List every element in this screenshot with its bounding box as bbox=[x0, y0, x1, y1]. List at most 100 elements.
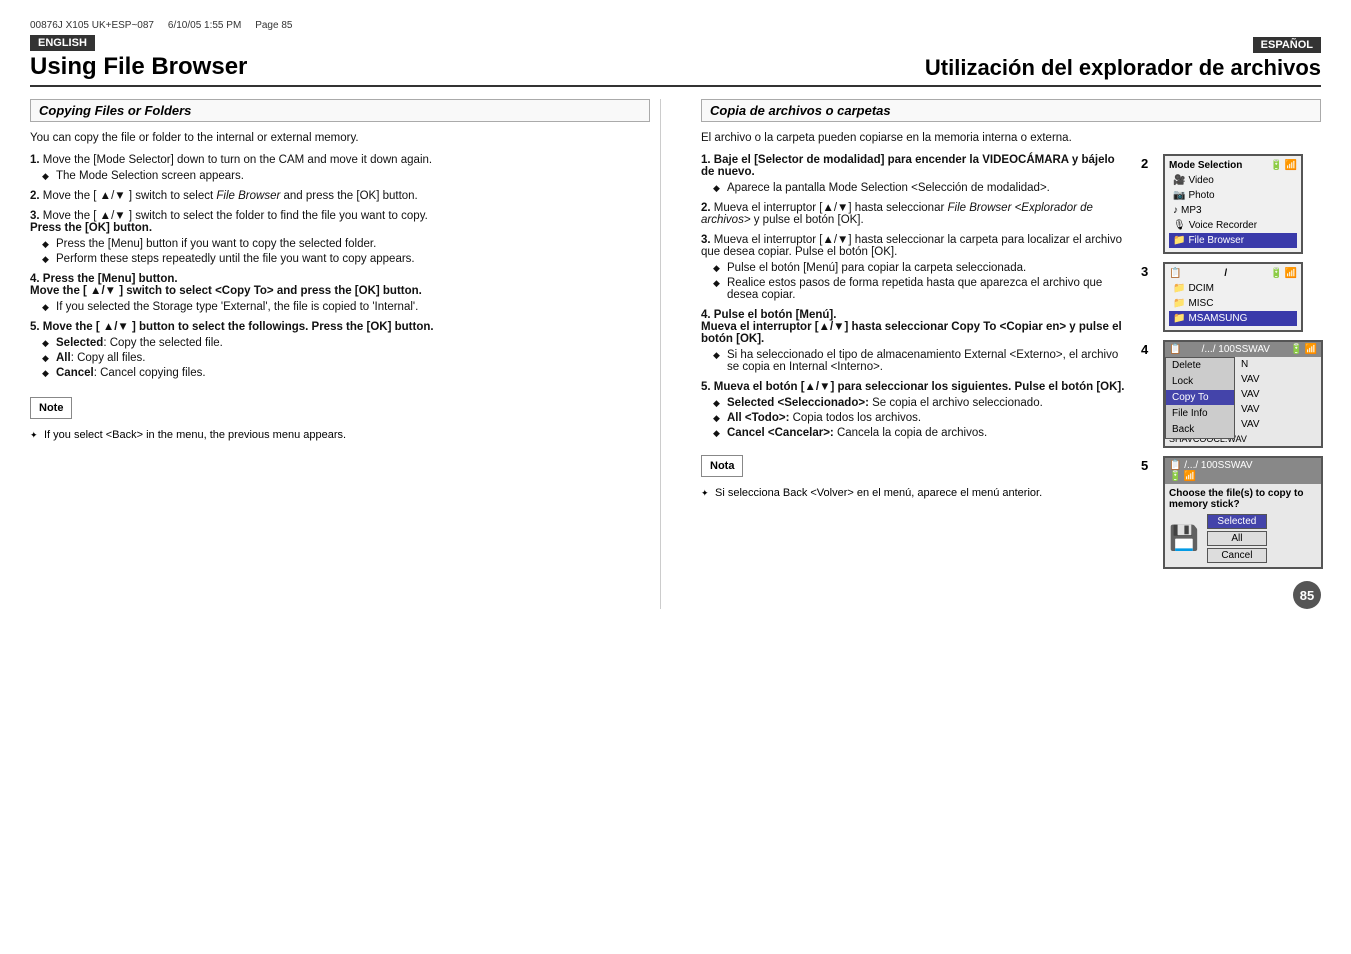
screen-2-title: Mode Selection bbox=[1169, 160, 1242, 171]
s5-battery-icon: 🔋 bbox=[1169, 471, 1181, 482]
file-row-1: N bbox=[1237, 357, 1264, 372]
right-step-1: 1. Baje el [Selector de modalidad] para … bbox=[701, 154, 1125, 194]
note-box-left: Note bbox=[30, 397, 72, 419]
screen-2-header: Mode Selection 🔋 📶 bbox=[1169, 160, 1297, 171]
r-step-5-subs: Selected <Seleccionado>: Se copia el arc… bbox=[713, 397, 1125, 439]
copy-dialog-row: 💾 Selected All Cancel bbox=[1169, 514, 1317, 563]
s4-signal-icon: 📶 bbox=[1305, 344, 1317, 355]
photo-icon: 📷 bbox=[1173, 190, 1185, 201]
step-5-sub-3: Cancel: Cancel copying files. bbox=[42, 367, 650, 379]
left-steps: 1. Move the [Mode Selector] down to turn… bbox=[30, 154, 650, 379]
right-step-2: 2. Mueva el interruptor [▲/▼] hasta sele… bbox=[701, 202, 1125, 226]
step-1-subs: The Mode Selection screen appears. bbox=[42, 170, 650, 182]
screen-4-header: 📋 /.../ 100SSWAV 🔋 📶 bbox=[1165, 342, 1321, 357]
step-5-text: Move the [ ▲/▼ ] button to select the fo… bbox=[43, 321, 434, 333]
device-screen-3: 📋 / 🔋 📶 📁 DCIM bbox=[1163, 262, 1303, 332]
screen-2-row-photo: 📷 Photo bbox=[1169, 188, 1297, 203]
step-5-num: 5. bbox=[30, 321, 40, 333]
step-1-sub-1: The Mode Selection screen appears. bbox=[42, 170, 650, 182]
copy-btn-all[interactable]: All bbox=[1207, 531, 1267, 546]
r-step-5-sub-2: All <Todo>: Copia todos los archivos. bbox=[713, 412, 1125, 424]
screen-3-row-dcim: 📁 DCIM bbox=[1169, 281, 1297, 296]
step-1-num: 1. bbox=[30, 154, 40, 166]
main-title-left: Using File Browser bbox=[30, 53, 676, 81]
video-icon: 🎥 bbox=[1173, 175, 1185, 186]
right-step-3: 3. Mueva el interruptor [▲/▼] hasta sele… bbox=[701, 234, 1125, 301]
step-5-sub-2: All: Copy all files. bbox=[42, 352, 650, 364]
screen-4-wrapper: 📋 /.../ 100SSWAV 🔋 📶 bbox=[1163, 340, 1323, 448]
doc-page: Page 85 bbox=[255, 20, 292, 31]
left-step-1: 1. Move the [Mode Selector] down to turn… bbox=[30, 154, 650, 182]
screen-num-3: 3 bbox=[1141, 264, 1157, 279]
screen-3-row-misc: 📁 MISC bbox=[1169, 296, 1297, 311]
mp3-icon: ♪ bbox=[1173, 205, 1178, 216]
screen-num-4: 4 bbox=[1141, 342, 1157, 357]
right-header: ESPAÑOL Utilización del explorador de ar… bbox=[676, 37, 1322, 81]
r-step-1-sub-1: Aparece la pantalla Mode Selection <Sele… bbox=[713, 182, 1125, 194]
copy-btn-cancel[interactable]: Cancel bbox=[1207, 548, 1267, 563]
r-step-2-text: Mueva el interruptor [▲/▼] hasta selecci… bbox=[701, 202, 1093, 226]
s5-icon: 📋 bbox=[1169, 460, 1181, 471]
note-text-left: If you select <Back> in the menu, the pr… bbox=[30, 429, 650, 441]
signal-icon: 📶 bbox=[1285, 160, 1297, 171]
menu-row-delete: Delete bbox=[1166, 358, 1234, 374]
step-2-text: Move the [ ▲/▼ ] switch to select File B… bbox=[43, 190, 418, 202]
step-3-num: 3. bbox=[30, 210, 40, 222]
note-text-right: Si selecciona Back <Volver> en el menú, … bbox=[701, 487, 1125, 499]
right-steps: 1. Baje el [Selector de modalidad] para … bbox=[701, 154, 1125, 439]
r-step-3-sub-2: Realice estos pasos de forma repetida ha… bbox=[713, 277, 1125, 301]
copy-btn-selected[interactable]: Selected bbox=[1207, 514, 1267, 529]
menu-row-lock: Lock bbox=[1166, 374, 1234, 390]
screen-2-row-video: 🎥 Video bbox=[1169, 173, 1297, 188]
screen-3-row-msamsung: 📁 MSAMSUNG bbox=[1169, 311, 1297, 326]
r-step-4-subs: Si ha seleccionado el tipo de almacenami… bbox=[713, 349, 1125, 373]
espanol-badge: ESPAÑOL bbox=[1253, 37, 1321, 53]
screens-column: 2 Mode Selection 🔋 📶 🎥 bbox=[1141, 154, 1321, 569]
file-row-4: VAV bbox=[1237, 402, 1264, 417]
screen-item-4: 4 📋 /.../ 100SSWAV 🔋 📶 bbox=[1141, 340, 1321, 448]
page-container: 00876J X105 UK+ESP~087 6/10/05 1:55 PM P… bbox=[0, 0, 1351, 954]
screen-item-2: 2 Mode Selection 🔋 📶 🎥 bbox=[1141, 154, 1321, 254]
s4-icon: 📋 bbox=[1169, 344, 1181, 355]
main-title-right: Utilización del explorador de archivos bbox=[676, 55, 1322, 81]
r-step-3-subs: Pulse el botón [Menú] para copiar la car… bbox=[713, 262, 1125, 301]
step-4-num: 4. bbox=[30, 273, 40, 285]
doc-code: 00876J X105 UK+ESP~087 bbox=[30, 20, 154, 31]
right-section-heading: Copia de archivos o carpetas bbox=[701, 99, 1321, 122]
screen-4-icons: 🔋 📶 bbox=[1290, 344, 1317, 355]
note-box-right: Nota bbox=[701, 455, 743, 477]
r-step-3-sub-1: Pulse el botón [Menú] para copiar la car… bbox=[713, 262, 1125, 274]
step-3-subs: Press the [Menu] button if you want to c… bbox=[42, 238, 650, 265]
right-steps-text: 1. Baje el [Selector de modalidad] para … bbox=[701, 154, 1125, 569]
screen-5-header: 📋 /.../ 100SSWAV 🔋 📶 bbox=[1165, 458, 1321, 484]
memory-icon: 💾 bbox=[1169, 524, 1199, 553]
folder-icon-dcim: 📁 bbox=[1173, 283, 1185, 294]
step-4-sub-1: If you selected the Storage type 'Extern… bbox=[42, 301, 650, 313]
device-screen-4: 📋 /.../ 100SSWAV 🔋 📶 bbox=[1163, 340, 1323, 448]
s3-signal-icon: 📶 bbox=[1285, 268, 1297, 279]
screen-2-row-voice: 🎙 Voice Recorder bbox=[1169, 218, 1297, 233]
screen-5-title: /.../ 100SSWAV bbox=[1184, 460, 1252, 471]
page-num-area: 85 bbox=[701, 581, 1321, 609]
right-content-area: 1. Baje el [Selector de modalidad] para … bbox=[701, 154, 1321, 569]
right-step-5: 5. Mueva el botón [▲/▼] para seleccionar… bbox=[701, 381, 1125, 439]
s3-battery-icon: 🔋 bbox=[1270, 268, 1282, 279]
meta-info: 00876J X105 UK+ESP~087 6/10/05 1:55 PM P… bbox=[30, 20, 1321, 31]
doc-date: 6/10/05 1:55 PM bbox=[168, 20, 241, 31]
menu-row-fileinfo: File Info bbox=[1166, 406, 1234, 422]
menu-row-copyto: Copy To bbox=[1166, 390, 1234, 406]
screen-num-5: 5 bbox=[1141, 458, 1157, 473]
step-2-num: 2. bbox=[30, 190, 40, 202]
file-row-5: VAV bbox=[1237, 417, 1264, 432]
file-row-2: VAV bbox=[1237, 372, 1264, 387]
step-5-sub-1: Selected: Copy the selected file. bbox=[42, 337, 650, 349]
r-step-5-text: Mueva el botón [▲/▼] para seleccionar lo… bbox=[714, 381, 1125, 393]
file-list: N VAV VAV VAV VAV bbox=[1237, 357, 1264, 432]
screen-2-row-filebrowser: 📁 File Browser bbox=[1169, 233, 1297, 248]
r-step-1-text: Baje el [Selector de modalidad] para enc… bbox=[701, 154, 1115, 178]
r-step-5-sub-1: Selected <Seleccionado>: Se copia el arc… bbox=[713, 397, 1125, 409]
step-3-sub-2: Perform these steps repeatedly until the… bbox=[42, 253, 650, 265]
battery-icon: 🔋 bbox=[1270, 160, 1282, 171]
english-badge: ENGLISH bbox=[30, 35, 95, 51]
two-column-layout: Copying Files or Folders You can copy th… bbox=[30, 99, 1321, 609]
